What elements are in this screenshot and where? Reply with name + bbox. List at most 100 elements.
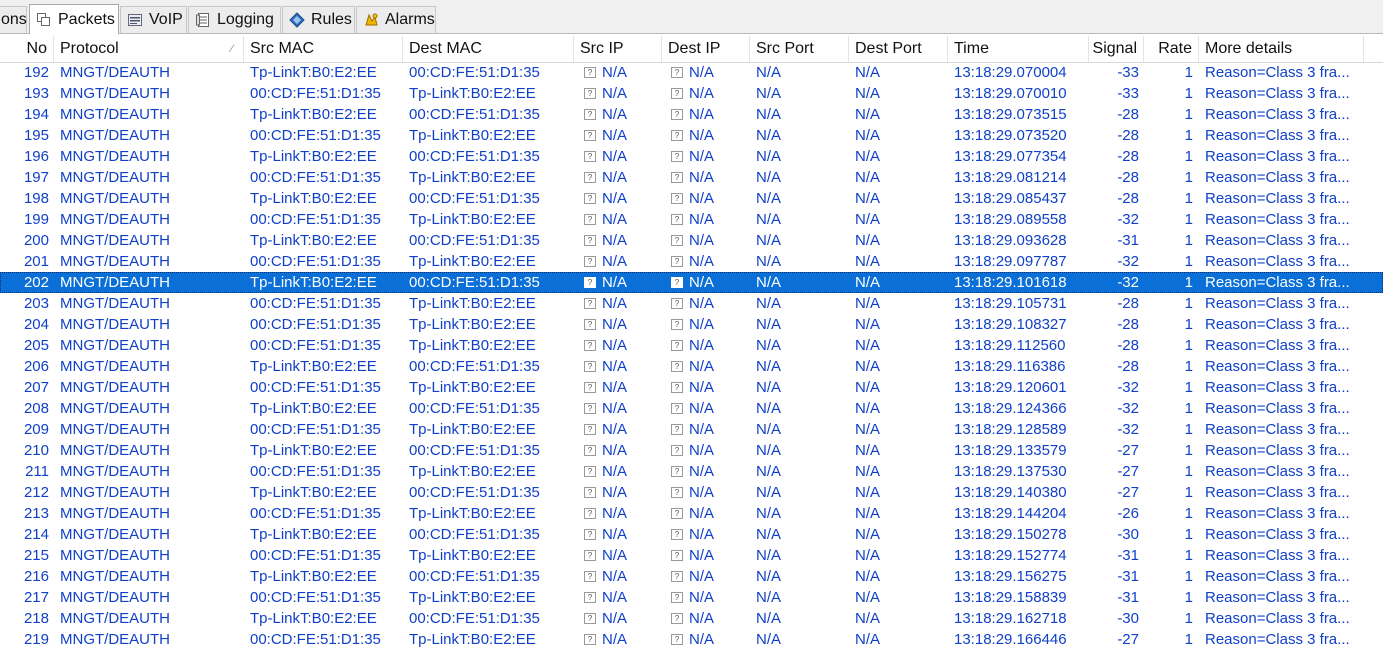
table-row[interactable]: 195 MNGT/DEAUTH 00:CD:FE:51:D1:35 Tp-LinkT:… <box>0 125 1383 146</box>
table-row[interactable]: 209 MNGT/DEAUTH 00:CD:FE:51:D1:35 Tp-LinkT:… <box>0 419 1383 440</box>
tab-logging[interactable]: Logging <box>188 6 281 33</box>
column-header-protocol[interactable]: Protocol ⁄ <box>54 36 244 62</box>
table-row[interactable]: 217 MNGT/DEAUTH 00:CD:FE:51:D1:35 Tp-LinkT:… <box>0 587 1383 608</box>
cell-dest-port-text: N/A <box>855 127 881 144</box>
table-row[interactable]: 211 MNGT/DEAUTH 00:CD:FE:51:D1:35 Tp-LinkT:… <box>0 461 1383 482</box>
cell-src-mac: Tp-LinkT:B0:E2:EE <box>250 398 400 419</box>
table-row[interactable]: 210 MNGT/DEAUTH Tp-LinkT:B0:E2:EE 00:CD:FE:… <box>0 440 1383 461</box>
cell-src-mac: 00:CD:FE:51:D1:35 <box>250 167 400 188</box>
cell-protocol-text: MNGT/DEAUTH <box>60 295 170 312</box>
cell-protocol: MNGT/DEAUTH <box>60 146 240 167</box>
cell-src-ip: ? N/A <box>584 587 660 608</box>
cell-time: 13:18:29.070004 <box>954 62 1086 83</box>
cell-dest-port: N/A <box>855 272 945 293</box>
column-header-src-port[interactable]: Src Port <box>750 36 849 62</box>
cell-no: 219 <box>0 629 49 650</box>
tab-alarms[interactable]: Alarms <box>356 6 436 33</box>
column-header-dest-port[interactable]: Dest Port <box>849 36 948 62</box>
table-row[interactable]: 213 MNGT/DEAUTH 00:CD:FE:51:D1:35 Tp-LinkT:… <box>0 503 1383 524</box>
cell-no-text: 211 <box>25 463 49 480</box>
table-row[interactable]: 216 MNGT/DEAUTH Tp-LinkT:B0:E2:EE 00:CD:FE:… <box>0 566 1383 587</box>
table-row[interactable]: 196 MNGT/DEAUTH Tp-LinkT:B0:E2:EE 00:CD:FE:… <box>0 146 1383 167</box>
cell-rate-text: 1 <box>1184 295 1193 312</box>
cell-no: 205 <box>0 335 49 356</box>
cell-no: 203 <box>0 293 49 314</box>
tab-voip[interactable]: VoIP <box>120 6 187 33</box>
cell-time-text: 13:18:29.144204 <box>954 505 1067 522</box>
cell-dest-port-text: N/A <box>855 358 881 375</box>
cell-src-port: N/A <box>756 104 846 125</box>
cell-rate: 1 <box>1144 629 1193 650</box>
cell-no: 197 <box>0 167 49 188</box>
cell-no-text: 203 <box>23 295 49 312</box>
cell-dest-mac-text: Tp-LinkT:B0:E2:EE <box>409 379 536 396</box>
cell-protocol: MNGT/DEAUTH <box>60 461 240 482</box>
column-header-no[interactable]: No <box>0 36 54 62</box>
column-header-src-ip[interactable]: Src IP <box>574 36 662 62</box>
cell-dest-ip-text: N/A <box>689 379 715 396</box>
cell-src-ip: ? N/A <box>584 461 660 482</box>
cell-src-port-text: N/A <box>756 127 782 144</box>
table-row[interactable]: 202 MNGT/DEAUTH Tp-LinkT:B0:E2:EE 00:CD:FE:… <box>0 272 1383 293</box>
tab-rules[interactable]: Rules <box>282 6 355 33</box>
table-row[interactable]: 201 MNGT/DEAUTH 00:CD:FE:51:D1:35 Tp-LinkT:… <box>0 251 1383 272</box>
table-row[interactable]: 200 MNGT/DEAUTH Tp-LinkT:B0:E2:EE 00:CD:FE:… <box>0 230 1383 251</box>
table-row[interactable]: 205 MNGT/DEAUTH 00:CD:FE:51:D1:35 Tp-LinkT:… <box>0 335 1383 356</box>
cell-dest-mac-text: Tp-LinkT:B0:E2:EE <box>409 169 536 186</box>
table-row[interactable]: 207 MNGT/DEAUTH 00:CD:FE:51:D1:35 Tp-LinkT:… <box>0 377 1383 398</box>
cell-protocol: MNGT/DEAUTH <box>60 335 240 356</box>
cell-src-port: N/A <box>756 62 846 83</box>
table-row[interactable]: 218 MNGT/DEAUTH Tp-LinkT:B0:E2:EE 00:CD:FE:… <box>0 608 1383 629</box>
column-header-dest-ip[interactable]: Dest IP <box>662 36 750 62</box>
cell-rate: 1 <box>1144 356 1193 377</box>
cell-no-text: 201 <box>23 253 49 270</box>
table-row[interactable]: 192 MNGT/DEAUTH Tp-LinkT:B0:E2:EE 00:CD:FE:… <box>0 62 1383 83</box>
cell-signal-text: -28 <box>1117 169 1139 186</box>
cell-dest-port: N/A <box>855 629 945 650</box>
cell-signal-text: -28 <box>1117 148 1139 165</box>
table-row[interactable]: 194 MNGT/DEAUTH Tp-LinkT:B0:E2:EE 00:CD:FE:… <box>0 104 1383 125</box>
table-row[interactable]: 197 MNGT/DEAUTH 00:CD:FE:51:D1:35 Tp-LinkT:… <box>0 167 1383 188</box>
cell-time: 13:18:29.128589 <box>954 419 1086 440</box>
table-row[interactable]: 219 MNGT/DEAUTH 00:CD:FE:51:D1:35 Tp-LinkT:… <box>0 629 1383 650</box>
unknown-ip-icon: ? <box>671 66 683 78</box>
cell-rate-text: 1 <box>1184 568 1193 585</box>
table-row[interactable]: 214 MNGT/DEAUTH Tp-LinkT:B0:E2:EE 00:CD:FE:… <box>0 524 1383 545</box>
table-row[interactable]: 215 MNGT/DEAUTH 00:CD:FE:51:D1:35 Tp-LinkT:… <box>0 545 1383 566</box>
tab-options[interactable]: ons <box>0 6 27 33</box>
table-row[interactable]: 203 MNGT/DEAUTH 00:CD:FE:51:D1:35 Tp-LinkT:… <box>0 293 1383 314</box>
cell-src-mac-text: Tp-LinkT:B0:E2:EE <box>250 484 377 501</box>
unknown-ip-icon: ? <box>584 87 596 99</box>
column-header-details[interactable]: More details <box>1199 36 1364 62</box>
cell-src-mac: Tp-LinkT:B0:E2:EE <box>250 188 400 209</box>
cell-protocol-text: MNGT/DEAUTH <box>60 568 170 585</box>
cell-no-text: 217 <box>23 589 49 606</box>
cell-time: 13:18:29.070010 <box>954 83 1086 104</box>
cell-src-mac: 00:CD:FE:51:D1:35 <box>250 503 400 524</box>
cell-dest-port-text: N/A <box>855 211 881 228</box>
cell-src-port-text: N/A <box>756 568 782 585</box>
cell-dest-mac: Tp-LinkT:B0:E2:EE <box>409 314 571 335</box>
table-row[interactable]: 198 MNGT/DEAUTH Tp-LinkT:B0:E2:EE 00:CD:FE:… <box>0 188 1383 209</box>
column-header-signal[interactable]: Signal <box>1089 36 1144 62</box>
table-row[interactable]: 212 MNGT/DEAUTH Tp-LinkT:B0:E2:EE 00:CD:FE:… <box>0 482 1383 503</box>
table-row[interactable]: 208 MNGT/DEAUTH Tp-LinkT:B0:E2:EE 00:CD:FE:… <box>0 398 1383 419</box>
column-header-src-mac[interactable]: Src MAC <box>244 36 403 62</box>
tab-packets[interactable]: Packets <box>29 4 119 34</box>
cell-rate: 1 <box>1144 608 1193 629</box>
cell-protocol-text: MNGT/DEAUTH <box>60 463 170 480</box>
column-header-time[interactable]: Time <box>948 36 1089 62</box>
cell-dest-port-text: N/A <box>855 505 881 522</box>
cell-dest-port: N/A <box>855 398 945 419</box>
cell-signal-text: -27 <box>1117 631 1139 648</box>
column-header-dest-mac[interactable]: Dest MAC <box>403 36 574 62</box>
cell-dest-ip: ? N/A <box>671 461 747 482</box>
cell-no-text: 209 <box>23 421 49 438</box>
table-row[interactable]: 199 MNGT/DEAUTH 00:CD:FE:51:D1:35 Tp-LinkT:… <box>0 209 1383 230</box>
cell-time-text: 13:18:29.081214 <box>954 169 1067 186</box>
cell-src-ip: ? N/A <box>584 356 660 377</box>
column-header-rate[interactable]: Rate <box>1144 36 1199 62</box>
table-row[interactable]: 193 MNGT/DEAUTH 00:CD:FE:51:D1:35 Tp-LinkT:… <box>0 83 1383 104</box>
table-row[interactable]: 206 MNGT/DEAUTH Tp-LinkT:B0:E2:EE 00:CD:FE:… <box>0 356 1383 377</box>
table-row[interactable]: 204 MNGT/DEAUTH 00:CD:FE:51:D1:35 Tp-LinkT:… <box>0 314 1383 335</box>
